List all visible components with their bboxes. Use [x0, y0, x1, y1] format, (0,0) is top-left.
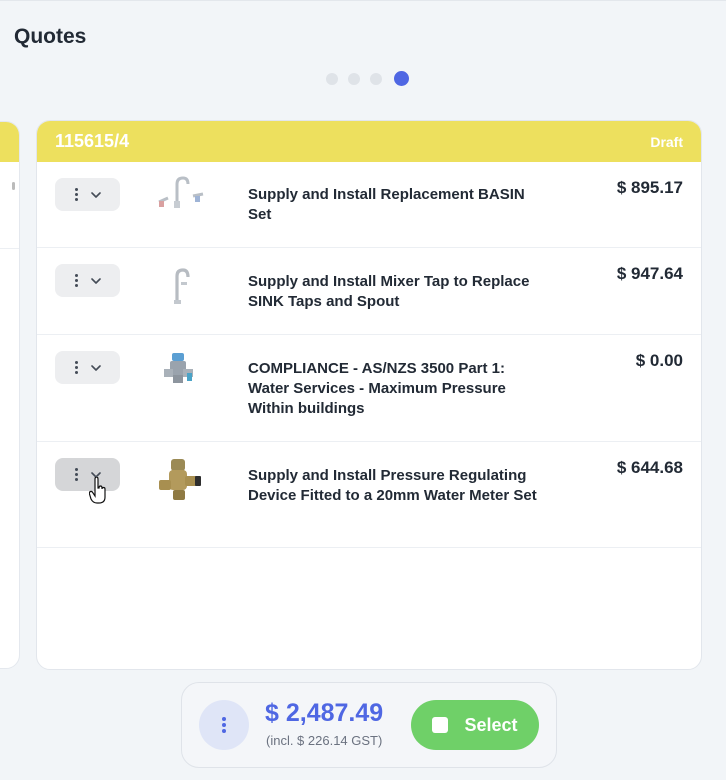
- item-menu-button[interactable]: [55, 264, 120, 297]
- chevron-down-icon: [90, 364, 101, 371]
- pagination-dots: [326, 71, 409, 86]
- item-price: $ 644.68: [616, 458, 683, 477]
- previous-quote-fragment: [12, 182, 15, 190]
- list-item: Supply and Install Pressure Regulating D…: [37, 442, 701, 548]
- item-menu-button[interactable]: [55, 178, 120, 211]
- item-menu-button[interactable]: [55, 458, 120, 491]
- quote-total-bar: $ 2,487.49 (incl. $ 226.14 GST) Select: [181, 682, 557, 768]
- quote-id: 115615/4: [55, 131, 130, 151]
- item-price: $ 895.17: [616, 178, 683, 197]
- pagination-dot-4-active[interactable]: [394, 71, 409, 86]
- gst-note: (incl. $ 226.14 GST): [266, 733, 383, 748]
- chevron-down-icon: [90, 191, 101, 198]
- brass-pressure-regulator-image: [159, 459, 201, 500]
- chevron-down-icon: [90, 277, 101, 284]
- kebab-icon: [74, 188, 78, 201]
- previous-quote-card[interactable]: [0, 121, 20, 669]
- kebab-icon: [74, 468, 78, 481]
- kebab-icon: [222, 717, 226, 733]
- page-title: Quotes: [14, 25, 87, 48]
- select-button-label: Select: [464, 714, 518, 735]
- list-item: Supply and Install Mixer Tap to Replace …: [37, 248, 701, 335]
- pagination-dot-2[interactable]: [348, 72, 360, 85]
- select-button[interactable]: Select: [411, 700, 539, 750]
- kebab-icon: [74, 274, 78, 287]
- previous-quote-header: [0, 122, 19, 162]
- previous-quote-divider: [0, 248, 19, 249]
- item-description: Supply and Install Pressure Regulating D…: [248, 467, 537, 504]
- item-menu-button[interactable]: [55, 351, 120, 384]
- basin-set-tap-image: [158, 176, 204, 208]
- item-description: Supply and Install Replacement BASIN Set: [248, 186, 525, 223]
- kebab-icon: [74, 361, 78, 374]
- item-description: COMPLIANCE - AS/NZS 3500 Part 1: Water S…: [248, 360, 506, 417]
- mixer-tap-image: [174, 268, 190, 304]
- pagination-dot-3[interactable]: [370, 72, 382, 85]
- quote-card: 115615/4 Draft Supply and Install Replac…: [36, 120, 702, 670]
- status-badge: Draft: [650, 133, 683, 150]
- item-description: Supply and Install Mixer Tap to Replace …: [248, 273, 530, 310]
- more-options-button[interactable]: [199, 700, 249, 750]
- pressure-valve-image: [164, 353, 193, 383]
- list-item: COMPLIANCE - AS/NZS 3500 Part 1: Water S…: [37, 335, 701, 442]
- pagination-dot-1[interactable]: [326, 72, 338, 85]
- quote-total: $ 2,487.49: [265, 699, 384, 727]
- hand-pointer-cursor-icon: [89, 477, 106, 504]
- item-price: $ 947.64: [616, 264, 683, 283]
- top-divider: [0, 0, 726, 1]
- checkbox-icon: [432, 717, 449, 733]
- list-item: Supply and Install Replacement BASIN Set…: [37, 162, 701, 248]
- quote-header: 115615/4 Draft: [37, 121, 701, 162]
- item-price: $ 0.00: [635, 351, 683, 370]
